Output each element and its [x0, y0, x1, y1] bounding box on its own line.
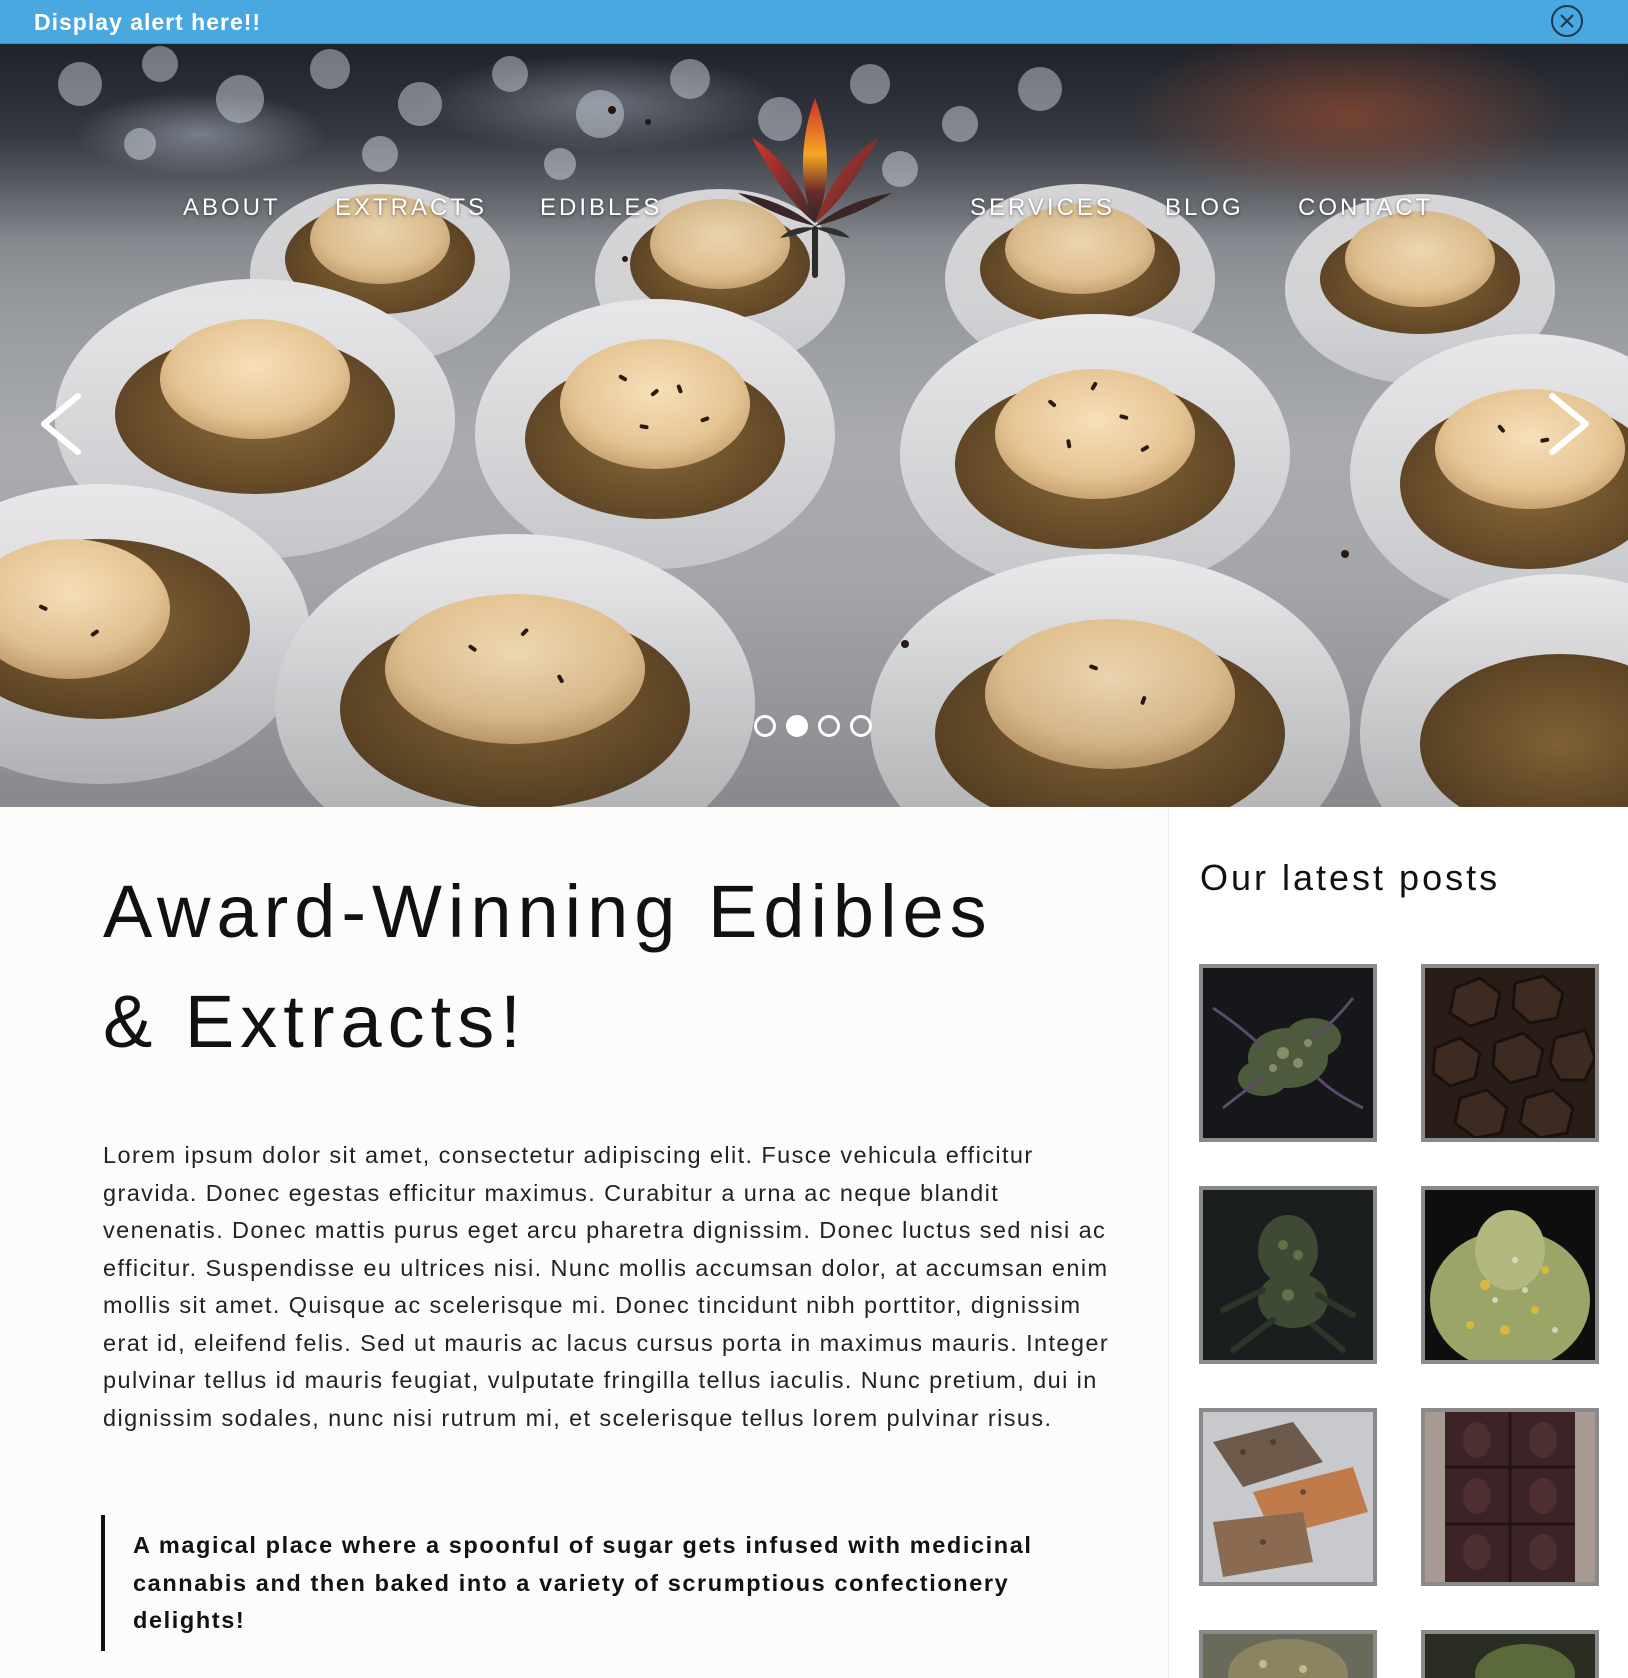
post-thumbnail[interactable]	[1421, 1630, 1599, 1678]
post-thumbnail[interactable]	[1199, 1630, 1377, 1678]
post-thumbnail[interactable]	[1421, 1408, 1599, 1586]
nav-about[interactable]: ABOUT	[183, 194, 281, 222]
chevron-left-icon[interactable]	[30, 384, 90, 464]
nav-services[interactable]: SERVICES	[970, 194, 1115, 222]
headline-line-2: & Extracts!	[103, 980, 527, 1063]
nav-edibles[interactable]: EDIBLES	[540, 194, 662, 222]
sidebar: Our latest posts	[1168, 807, 1628, 1678]
post-thumbnail[interactable]	[1199, 1186, 1377, 1364]
post-thumbnail[interactable]	[1199, 964, 1377, 1142]
post-thumbnail-image	[1203, 1634, 1373, 1678]
post-thumbnail[interactable]	[1421, 1186, 1599, 1364]
chevron-right-icon[interactable]	[1540, 384, 1600, 464]
carousel-dot-active[interactable]	[786, 715, 808, 737]
post-thumbnail[interactable]	[1199, 1408, 1377, 1586]
post-thumbnail-image	[1203, 1190, 1373, 1360]
main-content: Award-Winning Edibles & Extracts! Lorem …	[0, 807, 1168, 1678]
post-thumbnail[interactable]	[1421, 964, 1599, 1142]
pull-quote: A magical place where a spoonful of suga…	[101, 1515, 1061, 1651]
post-thumbnail-image	[1203, 1412, 1373, 1582]
carousel-dot[interactable]	[818, 715, 840, 737]
close-circle-icon[interactable]	[1551, 5, 1583, 37]
nav-extracts[interactable]: EXTRACTS	[335, 194, 487, 222]
carousel-dot[interactable]	[754, 715, 776, 737]
nav-blog[interactable]: BLOG	[1165, 194, 1244, 222]
body-paragraph: Lorem ipsum dolor sit amet, consectetur …	[103, 1142, 1110, 1431]
cannabis-leaf-logo-icon[interactable]	[730, 98, 900, 288]
sidebar-title: Our latest posts	[1200, 857, 1501, 898]
page-title: Award-Winning Edibles & Extracts!	[103, 857, 1103, 1077]
post-thumbnail-image	[1425, 1190, 1595, 1360]
carousel-dots	[754, 715, 872, 739]
alert-text: Display alert here!!	[34, 9, 262, 35]
post-thumbnail-image	[1425, 968, 1595, 1138]
post-thumbnail-image	[1425, 1634, 1595, 1678]
nav-contact[interactable]: CONTACT	[1298, 194, 1433, 222]
post-thumbnail-image	[1425, 1412, 1595, 1582]
carousel-dot[interactable]	[850, 715, 872, 737]
post-thumbnail-image	[1203, 968, 1373, 1138]
hero-slider: ABOUT EXTRACTS EDIBLES SERVICES BLOG CON…	[0, 44, 1628, 807]
alert-bar: Display alert here!!	[0, 0, 1628, 44]
headline-line-1: Award-Winning Edibles	[103, 870, 993, 953]
